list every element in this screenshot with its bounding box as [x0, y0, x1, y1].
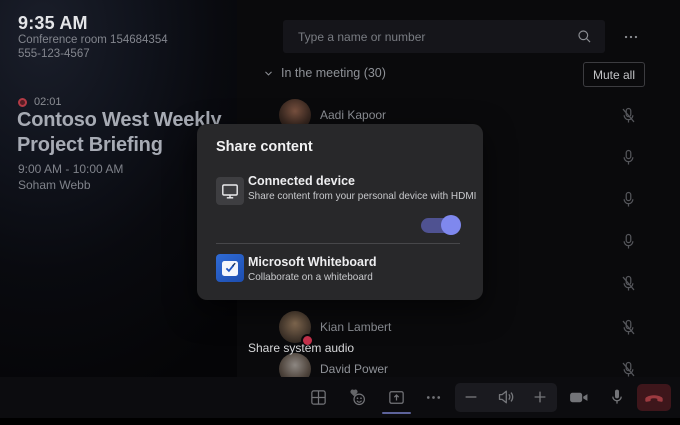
whiteboard-icon[interactable] [216, 254, 244, 282]
search-input[interactable]: Type a name or number [283, 20, 605, 53]
roster-more-options-icon[interactable] [619, 26, 643, 48]
share-system-audio-toggle[interactable] [421, 215, 463, 236]
toggle-knob [441, 215, 461, 235]
gallery-grid-icon[interactable] [302, 381, 334, 413]
participant-name: David Power [320, 362, 388, 376]
call-control-bar [0, 377, 680, 418]
connected-device-description: Share content from your personal device … [248, 190, 476, 202]
microphone-icon[interactable] [601, 381, 633, 413]
hang-up-icon [643, 387, 665, 409]
share-active-underline [382, 412, 411, 414]
mic-icon [619, 232, 638, 251]
recording-indicator: 02:01 [18, 96, 62, 108]
screen-bottom-edge [0, 418, 680, 425]
recording-timer: 02:01 [34, 96, 62, 108]
hang-up-button[interactable] [637, 384, 671, 411]
dialog-title: Share content [216, 139, 313, 155]
speaker-icon[interactable] [490, 381, 522, 413]
meeting-organizer: Soham Webb [18, 178, 91, 192]
mic-muted-icon [619, 106, 638, 125]
share-screen-icon[interactable] [380, 381, 412, 413]
participant-name: Aadi Kapoor [320, 108, 386, 122]
search-placeholder: Type a name or number [298, 30, 576, 44]
participant-name: Kian Lambert [320, 320, 391, 334]
dialog-divider [216, 243, 460, 244]
reactions-icon[interactable] [341, 381, 373, 413]
share-system-audio-label: Share system audio [248, 341, 354, 355]
meeting-title-line1: Contoso West Weekly [17, 108, 221, 133]
mic-muted-icon [619, 318, 638, 337]
chevron-down-icon [263, 68, 274, 79]
camera-icon[interactable] [562, 381, 594, 413]
whiteboard-title[interactable]: Microsoft Whiteboard [248, 255, 376, 269]
meeting-title-line2: Project Briefing [17, 133, 221, 158]
whiteboard-logo [222, 261, 238, 276]
connected-device-icon[interactable] [216, 177, 244, 205]
clock: 9:35 AM [18, 13, 88, 34]
room-phone-number: 555-123-4567 [18, 48, 90, 60]
mic-icon [619, 148, 638, 167]
in-meeting-count-label: In the meeting (30) [281, 66, 386, 80]
mute-all-button[interactable]: Mute all [583, 62, 645, 87]
whiteboard-description: Collaborate on a whiteboard [248, 271, 373, 283]
volume-down-icon[interactable] [455, 381, 487, 413]
search-icon[interactable] [576, 28, 593, 45]
room-name: Conference room 154684354 [18, 34, 168, 46]
roster-section-header[interactable]: In the meeting (30) [263, 66, 386, 80]
share-content-dialog: Share content Connected device Share con… [197, 124, 483, 300]
mic-muted-icon [619, 274, 638, 293]
mic-icon [619, 190, 638, 209]
connected-device-title[interactable]: Connected device [248, 174, 355, 188]
meeting-title: Contoso West Weekly Project Briefing [17, 108, 221, 158]
meeting-time: 9:00 AM - 10:00 AM [18, 162, 123, 176]
record-icon [18, 98, 27, 107]
more-options-icon[interactable] [417, 381, 449, 413]
volume-up-icon[interactable] [524, 381, 556, 413]
